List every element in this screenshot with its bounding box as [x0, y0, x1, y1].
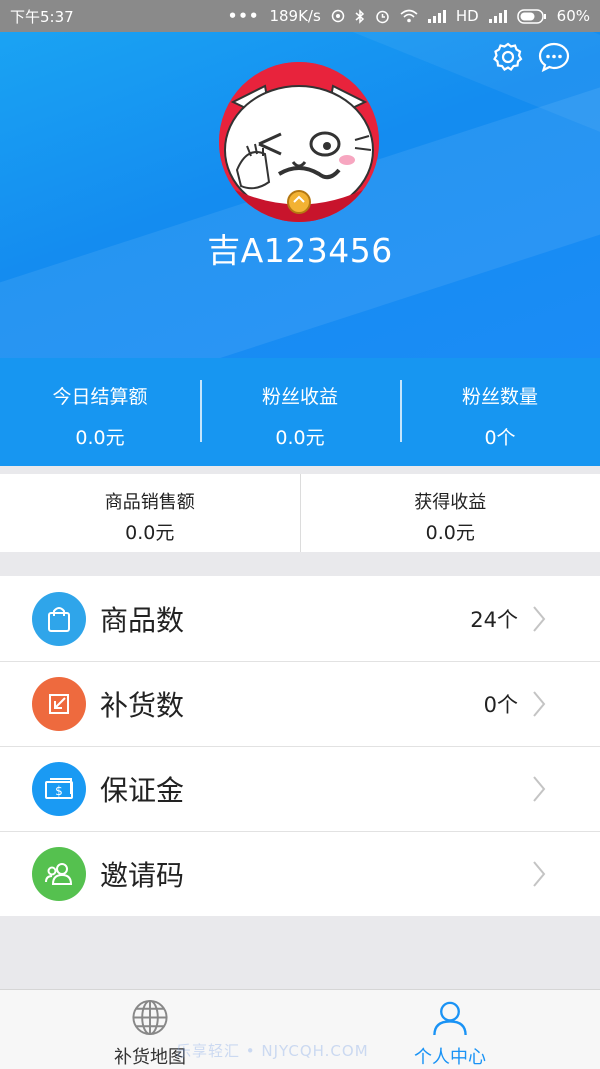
stat-fan-count[interactable]: 粉丝数量 0个 — [400, 358, 600, 466]
menu-item-deposit[interactable]: $ 保证金 — [0, 746, 600, 831]
chevron-right-icon — [533, 691, 546, 717]
avatar[interactable] — [219, 62, 379, 222]
tab-personal-center[interactable]: 个人中心 — [300, 990, 600, 1069]
menu-item-restock-count[interactable]: 补货数 0个 — [0, 661, 600, 746]
menu-icon-circle: $ — [32, 762, 86, 816]
menu-item-product-count[interactable]: 商品数 24个 — [0, 576, 600, 661]
stat-value: 0.0元 — [275, 427, 325, 449]
profile-header: 吉A123456 — [0, 32, 600, 358]
lucky-cat-avatar-icon — [219, 62, 379, 222]
stat-fan-income[interactable]: 粉丝收益 0.0元 — [200, 358, 400, 466]
sales-strip: 商品销售额 0.0元 获得收益 0.0元 — [0, 474, 600, 552]
message-button[interactable] — [537, 40, 571, 74]
tab-label: 个人中心 — [414, 1047, 486, 1068]
cash-icon: $ — [45, 778, 73, 799]
wifi-icon — [400, 9, 418, 23]
menu-value: 24个 — [470, 607, 518, 632]
plate-number: 吉A123456 — [207, 231, 393, 270]
sale-value: 0.0元 — [125, 522, 175, 544]
stat-value: 0个 — [484, 427, 516, 449]
stats-strip: 今日结算额 0.0元 粉丝收益 0.0元 粉丝数量 0个 — [0, 358, 600, 466]
tab-label: 补货地图 — [114, 1047, 186, 1068]
status-right: ••• 189K/s HD 60% — [228, 7, 590, 25]
bag-icon — [48, 606, 70, 632]
chevron-right-icon — [533, 605, 546, 632]
gear-icon — [493, 42, 523, 72]
stat-label: 粉丝数量 — [461, 386, 538, 408]
status-bar: 下午5:37 ••• 189K/s HD 60% — [0, 0, 600, 32]
stat-label: 今日结算额 — [52, 386, 148, 408]
bottom-tab-bar: 补货地图 个人中心 — [0, 989, 600, 1069]
chat-bubble-icon — [538, 42, 570, 73]
menu-label: 邀请码 — [100, 859, 185, 892]
menu-label: 补货数 — [100, 689, 185, 722]
stat-settlement-today[interactable]: 今日结算额 0.0元 — [0, 358, 200, 466]
battery-icon — [516, 8, 546, 24]
sale-label: 商品销售额 — [104, 492, 195, 513]
menu-icon-circle — [32, 847, 86, 901]
bluetooth-icon — [355, 8, 364, 24]
sale-product-sales[interactable]: 商品销售额 0.0元 — [0, 474, 300, 552]
users-icon — [45, 863, 73, 885]
menu-list: 商品数 24个 补货数 0个 $ 保证金 邀请码 — [0, 576, 600, 916]
vpn-icon — [331, 9, 345, 23]
menu-icon-circle — [32, 591, 86, 646]
settings-button[interactable] — [491, 40, 525, 74]
svg-text:$: $ — [55, 784, 63, 798]
tab-restock-map[interactable]: 补货地图 — [0, 990, 300, 1069]
sale-value: 0.0元 — [425, 522, 475, 544]
menu-value: 0个 — [483, 693, 518, 717]
network-speed: 189K/s — [269, 7, 321, 25]
alarm-icon — [376, 10, 389, 23]
stat-value: 0.0元 — [75, 427, 125, 449]
globe-icon — [132, 999, 168, 1036]
signal-icon-2 — [488, 9, 507, 23]
menu-label: 商品数 — [100, 603, 185, 637]
signal-icon — [427, 9, 446, 23]
menu-label: 保证金 — [100, 774, 185, 807]
sale-earned-income[interactable]: 获得收益 0.0元 — [299, 474, 600, 552]
menu-icon-circle — [32, 677, 86, 731]
restock-icon — [49, 694, 69, 714]
network-type: HD — [455, 7, 479, 25]
person-icon — [433, 1001, 467, 1036]
stat-label: 粉丝收益 — [261, 386, 338, 408]
more-dots-icon: ••• — [227, 7, 260, 25]
menu-item-invite-code[interactable]: 邀请码 — [0, 831, 600, 916]
battery-level: 60% — [556, 7, 590, 25]
chevron-right-icon — [533, 776, 546, 802]
sale-label: 获得收益 — [414, 492, 487, 513]
status-time: 下午5:37 — [10, 7, 74, 26]
chevron-right-icon — [533, 861, 546, 887]
